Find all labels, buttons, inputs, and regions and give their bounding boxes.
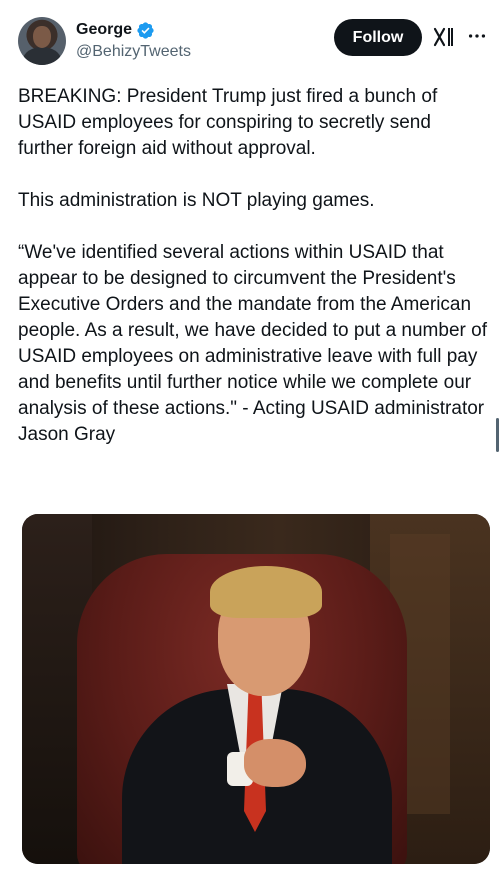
display-name[interactable]: George <box>76 21 132 39</box>
media-hair <box>210 566 322 618</box>
grok-icon[interactable] <box>432 25 456 49</box>
tweet-media-image[interactable] <box>22 514 490 864</box>
tweet-header: George @BehizyTweets Follow <box>18 17 488 67</box>
avatar-face <box>33 26 51 48</box>
media-pointing-hand <box>244 739 306 787</box>
author-info: George @BehizyTweets <box>76 19 191 61</box>
scrollbar-thumb[interactable] <box>496 418 499 452</box>
follow-button[interactable]: Follow <box>334 19 422 56</box>
tweet-text: BREAKING: President Trump just fired a b… <box>18 86 487 445</box>
more-icon[interactable] <box>466 25 488 47</box>
avatar-shoulders <box>23 47 61 65</box>
verified-badge-icon <box>137 21 154 39</box>
handle[interactable]: @BehizyTweets <box>76 43 191 61</box>
avatar[interactable] <box>18 17 66 65</box>
name-row: George <box>76 19 191 41</box>
